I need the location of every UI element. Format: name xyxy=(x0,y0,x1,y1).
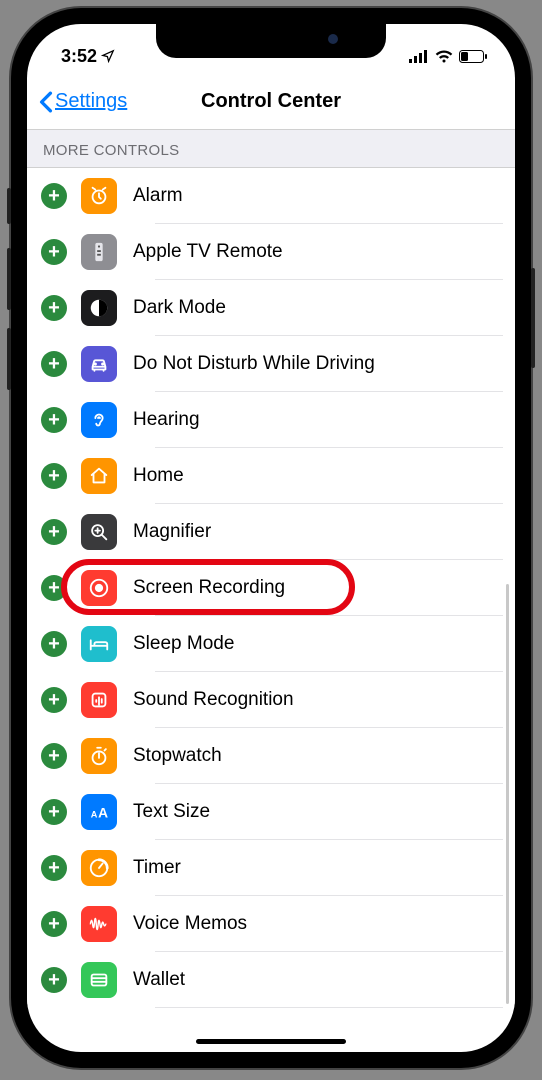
list-item: + AA Text Size xyxy=(27,784,515,840)
add-button[interactable]: + xyxy=(41,183,67,209)
control-label: Hearing xyxy=(133,409,200,431)
list-item: + Sound Recognition xyxy=(27,672,515,728)
back-button[interactable]: Settings xyxy=(39,90,127,113)
sound-icon xyxy=(81,682,117,718)
control-label: Do Not Disturb While Driving xyxy=(133,353,375,375)
home-indicator[interactable] xyxy=(196,1039,346,1044)
control-label: Dark Mode xyxy=(133,297,226,319)
status-time: 3:52 xyxy=(61,46,97,67)
list-item: + Screen Recording xyxy=(27,560,515,616)
list-item: + Hearing xyxy=(27,392,515,448)
add-button[interactable]: + xyxy=(41,463,67,489)
control-label: Screen Recording xyxy=(133,577,285,599)
scroll-indicator xyxy=(506,584,509,1004)
control-label: Sleep Mode xyxy=(133,633,234,655)
list-item: + Apple TV Remote xyxy=(27,224,515,280)
add-button[interactable]: + xyxy=(41,407,67,433)
add-button[interactable]: + xyxy=(41,967,67,993)
wallet-icon xyxy=(81,962,117,998)
battery-icon xyxy=(459,50,487,63)
wifi-icon xyxy=(435,50,453,63)
list-item: + Dark Mode xyxy=(27,280,515,336)
control-label: Voice Memos xyxy=(133,913,247,935)
control-label: Magnifier xyxy=(133,521,211,543)
control-label: Alarm xyxy=(133,185,183,207)
darkmode-icon xyxy=(81,290,117,326)
mute-switch xyxy=(7,188,11,224)
remote-icon xyxy=(81,234,117,270)
record-icon xyxy=(81,570,117,606)
control-label: Sound Recognition xyxy=(133,689,294,711)
add-button[interactable]: + xyxy=(41,519,67,545)
list-item: + Wallet xyxy=(27,952,515,1008)
list-item: + Timer xyxy=(27,840,515,896)
magnifier-icon xyxy=(81,514,117,550)
separator xyxy=(155,1007,503,1008)
add-button[interactable]: + xyxy=(41,911,67,937)
list-item: + Stopwatch xyxy=(27,728,515,784)
add-button[interactable]: + xyxy=(41,799,67,825)
list-item: + Voice Memos xyxy=(27,896,515,952)
stopwatch-icon xyxy=(81,738,117,774)
volume-up-button xyxy=(7,248,11,310)
timer-icon xyxy=(81,850,117,886)
add-button[interactable]: + xyxy=(41,295,67,321)
control-label: Apple TV Remote xyxy=(133,241,283,263)
voicememo-icon xyxy=(81,906,117,942)
add-button[interactable]: + xyxy=(41,687,67,713)
control-label: Timer xyxy=(133,857,181,879)
cellular-icon xyxy=(409,50,429,63)
add-button[interactable]: + xyxy=(41,575,67,601)
location-icon xyxy=(101,49,115,63)
list-item: + Do Not Disturb While Driving xyxy=(27,336,515,392)
screen: 3:52 Settings Control Center MORE CONTRO… xyxy=(27,24,515,1052)
page-title: Control Center xyxy=(201,90,341,113)
volume-down-button xyxy=(7,328,11,390)
side-button xyxy=(531,268,535,368)
add-button[interactable]: + xyxy=(41,855,67,881)
add-button[interactable]: + xyxy=(41,239,67,265)
add-button[interactable]: + xyxy=(41,631,67,657)
svg-text:A: A xyxy=(91,810,98,820)
ear-icon xyxy=(81,402,117,438)
home-icon xyxy=(81,458,117,494)
svg-text:A: A xyxy=(98,806,108,821)
control-label: Wallet xyxy=(133,969,185,991)
alarm-icon xyxy=(81,178,117,214)
list-item: + Sleep Mode xyxy=(27,616,515,672)
nav-bar: Settings Control Center xyxy=(27,74,515,130)
list-item: + Alarm xyxy=(27,168,515,224)
list-item: + Home xyxy=(27,448,515,504)
section-header: MORE CONTROLS xyxy=(27,130,515,168)
control-label: Home xyxy=(133,465,184,487)
control-label: Stopwatch xyxy=(133,745,222,767)
device-frame: 3:52 Settings Control Center MORE CONTRO… xyxy=(11,8,531,1068)
notch xyxy=(156,24,386,58)
car-icon xyxy=(81,346,117,382)
add-button[interactable]: + xyxy=(41,351,67,377)
back-label: Settings xyxy=(55,90,127,113)
controls-list[interactable]: + Alarm + Apple TV Remote + Dark Mode + Do Not … xyxy=(27,168,515,1008)
bed-icon xyxy=(81,626,117,662)
list-item: + Magnifier xyxy=(27,504,515,560)
chevron-left-icon xyxy=(39,91,53,113)
add-button[interactable]: + xyxy=(41,743,67,769)
control-label: Text Size xyxy=(133,801,210,823)
textsize-icon: AA xyxy=(81,794,117,830)
